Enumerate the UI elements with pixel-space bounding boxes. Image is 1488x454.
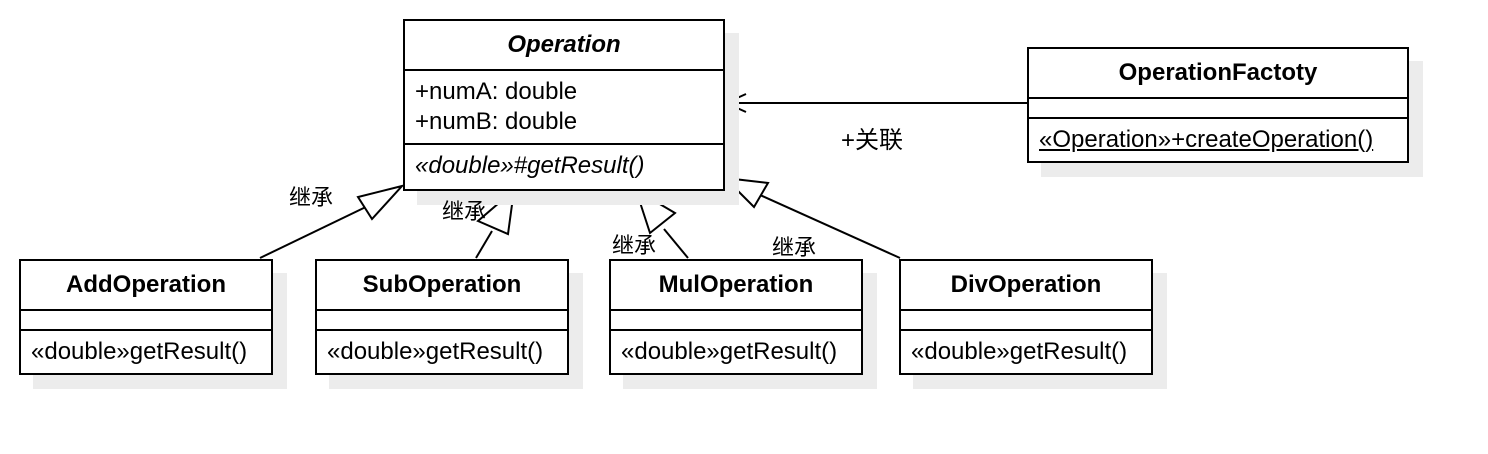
attribute-numB: +numB: double bbox=[415, 108, 578, 135]
class-add-attributes bbox=[21, 311, 271, 331]
class-sub-operation[interactable]: SubOperation «double»getResult() bbox=[315, 259, 569, 375]
class-mul-attributes bbox=[611, 311, 861, 331]
class-sub-name: SubOperation bbox=[317, 261, 567, 311]
operation-getResult: «double»getResult() bbox=[327, 338, 544, 365]
uml-class-diagram: Operation +numA: double +numB: double «d… bbox=[0, 0, 1488, 454]
class-operation-attributes: +numA: double +numB: double bbox=[405, 71, 723, 145]
class-add-operations: «double»getResult() bbox=[21, 331, 271, 373]
inheritance-label-div: 继承 bbox=[772, 235, 817, 260]
class-add-name: AddOperation bbox=[21, 261, 271, 311]
association-label: +关联 bbox=[841, 127, 904, 154]
operation-getResult: «double»#getResult() bbox=[415, 152, 645, 179]
class-mul-operations: «double»getResult() bbox=[611, 331, 861, 373]
class-div-name: DivOperation bbox=[901, 261, 1151, 311]
operation-createOperation: «Operation»+createOperation() bbox=[1039, 126, 1374, 153]
inheritance-label-add: 继承 bbox=[289, 185, 334, 210]
class-div-attributes bbox=[901, 311, 1151, 331]
class-operation-name: Operation bbox=[405, 21, 723, 71]
class-mul-name: MulOperation bbox=[611, 261, 861, 311]
inheritance-arrow-div bbox=[722, 176, 770, 209]
class-operation-factory[interactable]: OperationFactoty «Operation»+createOpera… bbox=[1027, 47, 1409, 163]
inheritance-label-mul: 继承 bbox=[612, 233, 657, 258]
inheritance-line-mul bbox=[663, 228, 689, 259]
class-factory-operations: «Operation»+createOperation() bbox=[1029, 119, 1407, 161]
inheritance-arrow-mul bbox=[634, 187, 677, 235]
inheritance-arrow-add bbox=[356, 184, 405, 221]
class-factory-attributes bbox=[1029, 99, 1407, 119]
operation-getResult: «double»getResult() bbox=[911, 338, 1128, 365]
class-operation[interactable]: Operation +numA: double +numB: double «d… bbox=[403, 19, 725, 191]
class-mul-operation[interactable]: MulOperation «double»getResult() bbox=[609, 259, 863, 375]
attribute-numA: +numA: double bbox=[415, 78, 578, 105]
class-operation-operations: «double»#getResult() bbox=[405, 145, 723, 187]
class-sub-attributes bbox=[317, 311, 567, 331]
class-add-operation[interactable]: AddOperation «double»getResult() bbox=[19, 259, 273, 375]
inheritance-label-sub: 继承 bbox=[442, 199, 487, 224]
inheritance-line-sub bbox=[475, 230, 493, 259]
class-sub-operations: «double»getResult() bbox=[317, 331, 567, 373]
class-factory-name: OperationFactoty bbox=[1029, 49, 1407, 99]
operation-getResult: «double»getResult() bbox=[621, 338, 838, 365]
inheritance-line-add bbox=[259, 203, 373, 259]
class-div-operations: «double»getResult() bbox=[901, 331, 1151, 373]
operation-getResult: «double»getResult() bbox=[31, 338, 248, 365]
class-div-operation[interactable]: DivOperation «double»getResult() bbox=[899, 259, 1153, 375]
